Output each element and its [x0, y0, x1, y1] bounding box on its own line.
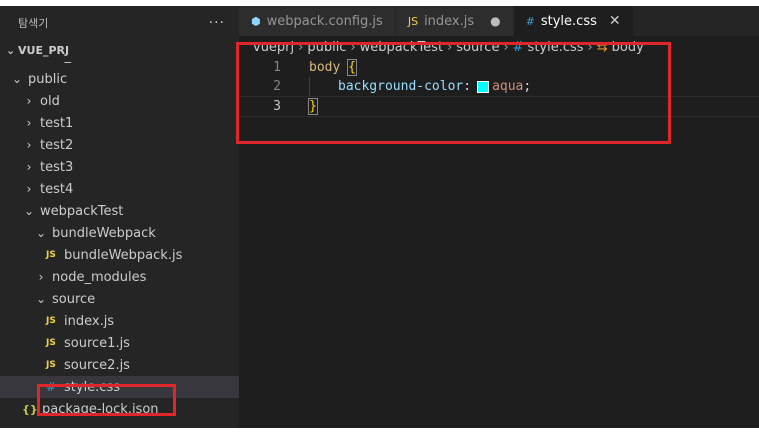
- tree-item[interactable]: JS source2.js: [0, 354, 239, 376]
- tree-item-label: public: [28, 71, 68, 87]
- file-type-icon: ⬢: [251, 14, 261, 28]
- chevron-right-icon: ›: [26, 116, 32, 130]
- project-root[interactable]: ⌄ VUE_PRJ: [0, 40, 239, 60]
- tree-item-label: webpackTest: [40, 203, 124, 219]
- tree-item[interactable]: ⌄ source: [0, 288, 239, 310]
- tree-item[interactable]: JS bundleWebpack.js: [0, 244, 239, 266]
- chevron-down-icon: ⌄: [35, 292, 47, 306]
- chevron-down-icon: ⌄: [6, 43, 16, 57]
- tree-item[interactable]: › test3: [0, 156, 239, 178]
- js-file-icon: JS: [46, 338, 56, 348]
- tree-item-label: old: [40, 93, 60, 109]
- file-type-icon: #: [525, 14, 535, 28]
- js-file-icon: JS: [46, 360, 56, 370]
- tree-item-label: node_modules: [52, 269, 147, 285]
- chevron-right-icon: ›: [38, 270, 44, 284]
- project-name: VUE_PRJ: [18, 43, 70, 57]
- tree-item-label: source1.js: [64, 335, 130, 351]
- tab-label: style.css: [540, 13, 597, 29]
- tree-item-label: test2: [40, 137, 74, 153]
- tab-label: webpack.config.js: [266, 13, 383, 29]
- unsaved-dot-icon[interactable]: ●: [490, 14, 500, 28]
- chevron-right-icon: ›: [26, 160, 32, 174]
- vscode-window: 탐색기 ··· ⌄ VUE_PRJ node_modules ⌄ public › o…: [0, 0, 759, 434]
- json-file-icon: {}: [22, 402, 38, 416]
- tree-item-clipped[interactable]: node_modules: [0, 60, 239, 68]
- js-file-icon: JS: [46, 250, 56, 260]
- tree-item[interactable]: › test2: [0, 134, 239, 156]
- tree-item[interactable]: JS index.js: [0, 310, 239, 332]
- tree-item-label: source2.js: [64, 357, 130, 373]
- tree-item-label: test1: [40, 115, 74, 131]
- explorer-sidebar: 탐색기 ··· ⌄ VUE_PRJ node_modules ⌄ public › o…: [0, 6, 239, 428]
- tab-label: index.js: [424, 13, 475, 29]
- chevron-right-icon: ›: [26, 182, 32, 196]
- bottom-border: [0, 428, 759, 434]
- tab-webpack-config-js[interactable]: ⬢ webpack.config.js: [239, 6, 396, 36]
- highlight-box-editor: [236, 42, 671, 144]
- file-tree: ⌄ public › old › test1 › test2 › test3 › test4 ⌄ webp…: [0, 68, 239, 420]
- tab-index-js[interactable]: JS index.js ●: [395, 6, 514, 36]
- tree-item[interactable]: › node_modules: [0, 266, 239, 288]
- tree-item[interactable]: ⌄ public: [0, 68, 239, 90]
- tree-item-label: bundleWebpack.js: [64, 247, 183, 263]
- tree-item-label: node_modules: [32, 60, 126, 64]
- tree-item-label: index.js: [64, 313, 115, 329]
- tree-item[interactable]: › test4: [0, 178, 239, 200]
- more-actions-icon[interactable]: ···: [209, 15, 225, 31]
- tree-item-label: bundleWebpack: [52, 225, 156, 241]
- tree-item-label: source: [52, 291, 96, 307]
- tree-item-label: test3: [40, 159, 74, 175]
- tab-style-css[interactable]: # style.css ✕: [513, 6, 634, 36]
- tree-item[interactable]: ⌄ bundleWebpack: [0, 222, 239, 244]
- chevron-right-icon: ›: [26, 94, 32, 108]
- tree-item-label: test4: [40, 181, 74, 197]
- highlight-box-file: [37, 384, 176, 416]
- chevron-down-icon: ⌄: [23, 204, 35, 218]
- file-type-icon: JS: [407, 14, 419, 28]
- close-icon[interactable]: ✕: [609, 13, 621, 29]
- tree-item[interactable]: › test1: [0, 112, 239, 134]
- chevron-right-icon: ›: [26, 138, 32, 152]
- tree-item[interactable]: › old: [0, 90, 239, 112]
- chevron-down-icon: ⌄: [35, 226, 47, 240]
- tree-item[interactable]: ⌄ webpackTest: [0, 200, 239, 222]
- chevron-down-icon: ⌄: [11, 72, 23, 86]
- tree-item[interactable]: JS source1.js: [0, 332, 239, 354]
- editor-tab-bar: ⬢ webpack.config.js JS index.js ● # style.css ✕: [239, 6, 759, 36]
- explorer-title: 탐색기: [18, 17, 49, 30]
- explorer-header: 탐색기 ···: [0, 6, 239, 40]
- js-file-icon: JS: [46, 316, 56, 326]
